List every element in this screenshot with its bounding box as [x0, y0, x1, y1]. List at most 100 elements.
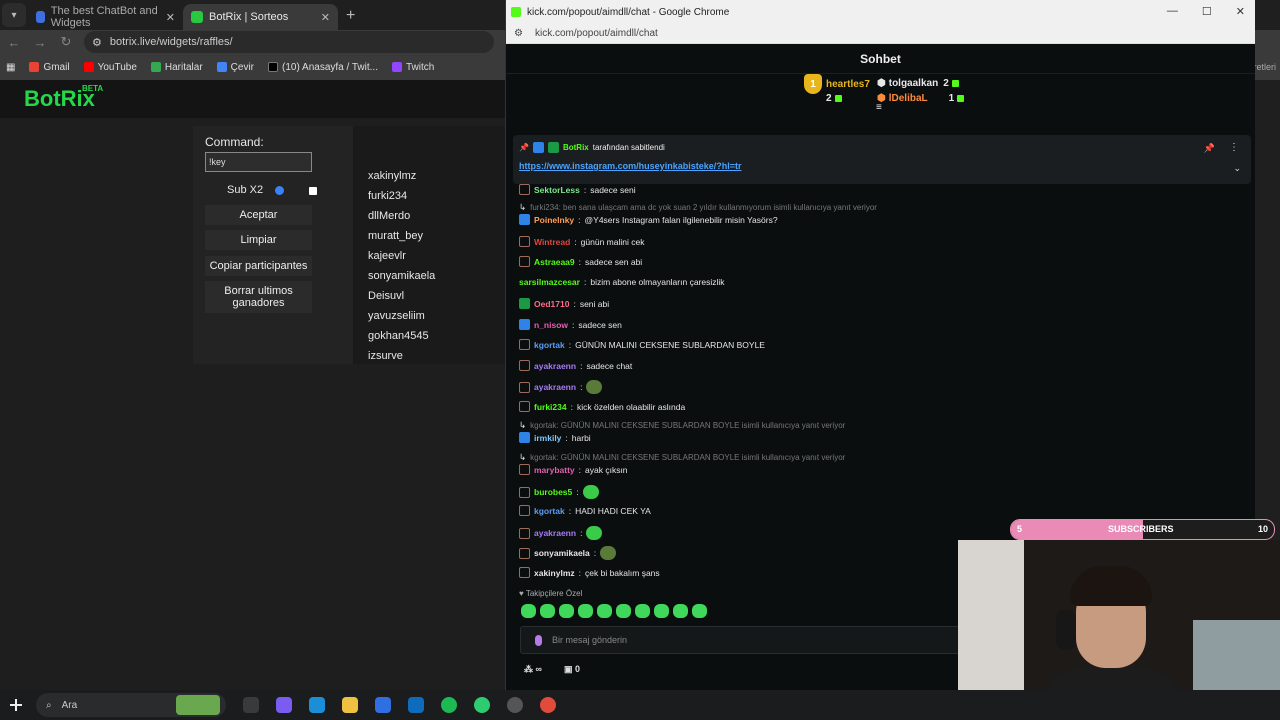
bookmark-x[interactable]: (10) Anasayfa / Twit... [268, 62, 378, 73]
clear-button[interactable]: Limpiar [205, 230, 312, 250]
chat-username[interactable]: Poinelnky [534, 215, 574, 225]
chat-text: bizim abone olmayanların çaresizlik [590, 277, 725, 287]
obs-icon[interactable] [507, 697, 523, 713]
chat-message: kgortak: HADI HADI CEK YA [519, 505, 651, 516]
close-icon[interactable]: ✕ [1236, 5, 1245, 18]
chat-username[interactable]: burobes5 [534, 487, 572, 497]
pinned-link[interactable]: https://www.instagram.com/huseyinkabiste… [519, 161, 741, 171]
chat-username[interactable]: ayakraenn [534, 528, 576, 538]
site-info-icon[interactable]: ⚙ [514, 28, 523, 39]
emote-button[interactable] [673, 604, 688, 618]
emote-picker-icon[interactable] [535, 634, 542, 646]
outlook-icon[interactable] [408, 697, 424, 713]
site-info-icon[interactable]: ⚙ [92, 36, 102, 49]
emote-button[interactable] [540, 604, 555, 618]
tab-botrix-home[interactable]: The best ChatBot and Widgets ✕ [28, 4, 183, 30]
emote-button[interactable] [559, 604, 574, 618]
reply-context: ↳ kgortak: GÜNÜN MALINI CEKSENE SUBLARDA… [519, 420, 846, 430]
gift-icon [957, 95, 965, 102]
minimize-icon[interactable]: — [1167, 5, 1178, 18]
popup-url-bar: ⚙ kick.com/popout/aimdll/chat [506, 24, 1255, 44]
reload-icon[interactable]: ↻ [54, 34, 78, 50]
emote-button[interactable] [654, 604, 669, 618]
close-icon[interactable]: ✕ [166, 11, 175, 24]
edge-icon[interactable] [309, 697, 325, 713]
chat-username[interactable]: sonyamikaela [534, 548, 590, 558]
chat-message: Oed1710: seni abi [519, 298, 609, 309]
new-tab-icon[interactable]: + [346, 7, 355, 25]
chrome-icon[interactable] [540, 697, 556, 713]
leader-third[interactable]: ⬢ lDelibaL 1 [877, 93, 965, 104]
chat-username[interactable]: ayakraenn [534, 382, 576, 392]
store-icon[interactable] [375, 697, 391, 713]
chat-username[interactable]: furki234 [534, 402, 567, 412]
chat-username[interactable]: sarsilmazcesar [519, 277, 580, 287]
taskbar-search[interactable]: ⌕ Ara [36, 693, 226, 717]
close-icon[interactable]: ✕ [321, 11, 330, 24]
emote-button[interactable] [521, 604, 536, 618]
emote-icon [600, 546, 617, 560]
emote-button[interactable] [616, 604, 631, 618]
task-view-icon[interactable] [243, 697, 259, 713]
bookmark-maps[interactable]: Haritalar [150, 62, 203, 73]
trophy-icon: 1 [804, 74, 822, 94]
bookmark-translate[interactable]: Çevir [216, 62, 254, 73]
copy-participants-button[interactable]: Copiar participantes [205, 256, 312, 276]
chat-footer: ⁂ ∞ ▣ 0 [524, 664, 580, 675]
bookmark-twitch[interactable]: Twitch [392, 62, 434, 73]
tab-search-button[interactable]: ▾ [2, 3, 26, 27]
filter-icon[interactable]: ≡ [876, 102, 882, 113]
sub-label: Sub X2 [227, 184, 264, 196]
more-options-icon[interactable]: ⋮ [1229, 142, 1239, 153]
spotify-icon[interactable] [441, 697, 457, 713]
info-icon[interactable] [275, 185, 285, 195]
forward-icon[interactable]: → [28, 35, 52, 50]
badge-icon [519, 567, 530, 578]
chat-username[interactable]: SektorLess [534, 185, 580, 195]
maximize-icon[interactable]: ☐ [1202, 5, 1212, 18]
chat-username[interactable]: Oed1710 [534, 299, 569, 309]
bookmark-gmail[interactable]: Gmail [29, 62, 70, 73]
badge-icon [519, 339, 530, 350]
chat-username[interactable]: Wintread [534, 237, 570, 247]
chat-username[interactable]: marybatty [534, 465, 575, 475]
unpin-icon[interactable]: 📌 [1204, 143, 1215, 154]
chat-username[interactable]: kgortak [534, 506, 565, 516]
windows-start-icon[interactable] [10, 699, 22, 711]
reply-text: kgortak: GÜNÜN MALINI CEKSENE SUBLARDAN … [530, 421, 846, 430]
chat-input[interactable]: Bir mesaj gönderin [520, 626, 960, 654]
leader-second[interactable]: ⬢ tolgaalkan 2 [877, 78, 959, 89]
apps-icon[interactable]: ▦ [6, 62, 15, 73]
gift-leaderboard: 1 heartles7 2 ⬢ tolgaalkan 2 ⬢ lDelibaL 1 ≡ [506, 74, 1255, 113]
gift-button[interactable]: ▣ 0 [564, 664, 580, 675]
bookmark-youtube[interactable]: YouTube [83, 62, 137, 73]
chat-text: harbi [571, 432, 591, 443]
command-input[interactable] [205, 152, 312, 172]
leader-name-first[interactable]: heartles7 [826, 79, 870, 90]
chat-username[interactable]: kgortak [534, 340, 565, 350]
delete-winners-button[interactable]: Borrar ultimos ganadores [205, 281, 312, 313]
file-explorer-icon[interactable] [342, 697, 358, 713]
back-icon[interactable]: ← [2, 35, 26, 50]
chevron-down-icon[interactable]: ⌄ [1233, 163, 1241, 174]
chat-username[interactable]: Astraeaa9 [534, 257, 575, 267]
sub-checkbox[interactable] [309, 187, 317, 195]
emote-button[interactable] [597, 604, 612, 618]
emote-button[interactable] [578, 604, 593, 618]
accept-button[interactable]: Aceptar [205, 205, 312, 225]
tab-botrix-raffles[interactable]: BotRix | Sorteos ✕ [183, 4, 338, 30]
participants-list[interactable]: xakinylmz furki234 dllMerdo muratt_bey k… [353, 126, 505, 364]
chat-username[interactable]: ayakraenn [534, 361, 576, 371]
chat-message: marybatty: ayak çıksın [519, 464, 628, 475]
url-input[interactable]: ⚙ botrix.live/widgets/raffles/ [84, 31, 494, 53]
music-app-icon[interactable] [474, 697, 490, 713]
chat-message: furki234: kick özelden olaabilir aslında [519, 401, 685, 412]
emote-button[interactable] [635, 604, 650, 618]
chat-username[interactable]: n_nisow [534, 320, 568, 330]
emote-button[interactable] [692, 604, 707, 618]
chat-username[interactable]: irmkily [534, 433, 561, 443]
copilot-icon[interactable] [276, 697, 292, 713]
chat-username[interactable]: xakinylmz [534, 568, 575, 578]
points-button[interactable]: ⁂ ∞ [524, 664, 542, 675]
botrix-page: BotRix BETA Command: Sub X2 Aceptar Limp… [0, 80, 505, 690]
